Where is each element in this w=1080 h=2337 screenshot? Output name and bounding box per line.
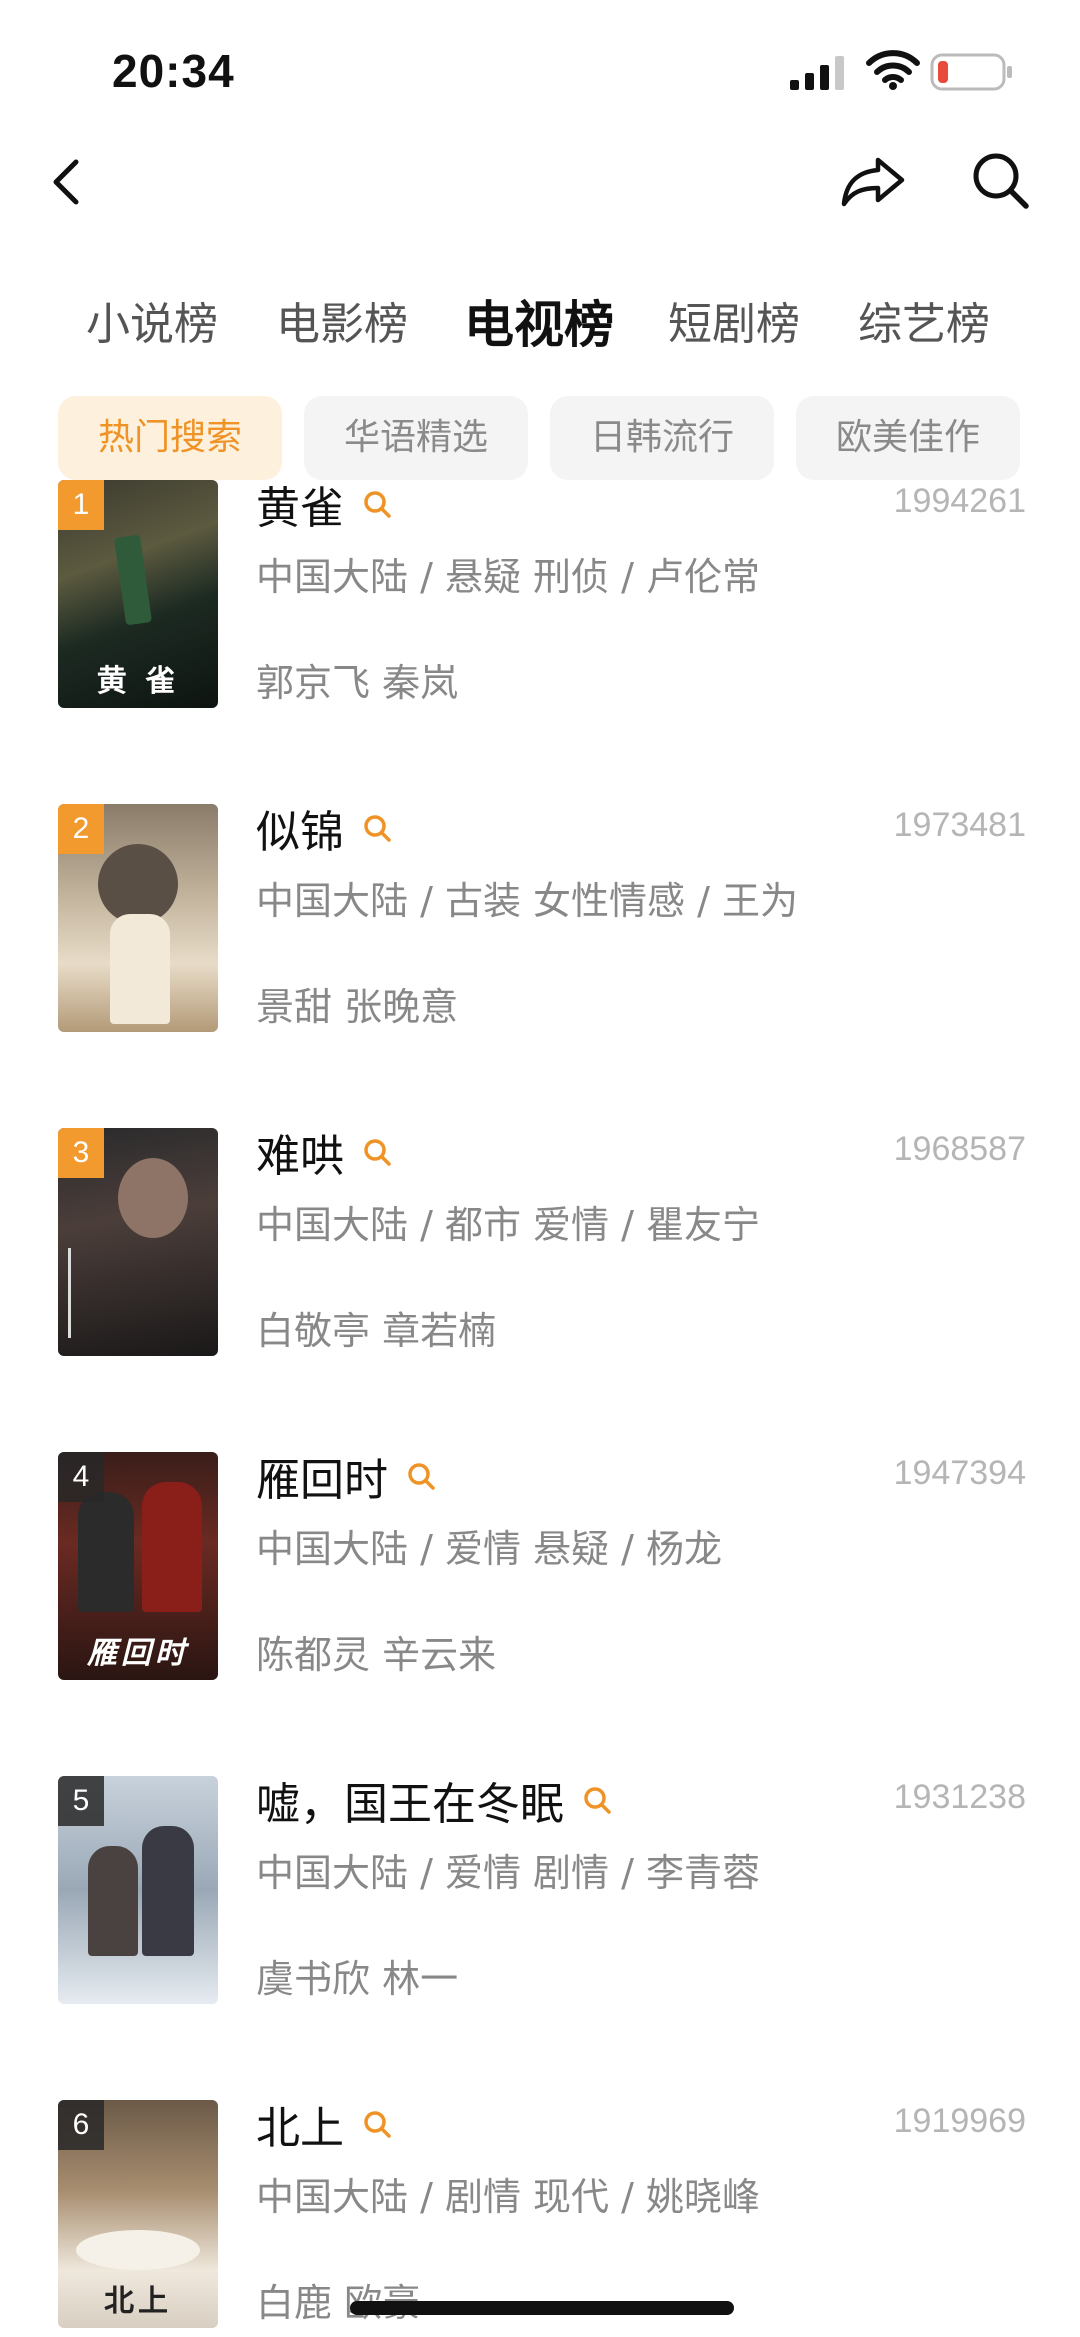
show-title: 难哄 [256, 1131, 344, 1182]
poster-image: 黄 雀 1 [58, 480, 218, 708]
tab-short-drama[interactable]: 短剧榜 [668, 280, 800, 370]
title-row: 似锦 [256, 798, 392, 858]
search-icon[interactable] [582, 1785, 612, 1815]
search-icon[interactable] [406, 1461, 436, 1491]
filter-chips: 热门搜索 华语精选 日韩流行 欧美佳作 [0, 396, 1080, 480]
poster-title: 北上 [104, 2284, 172, 2319]
ranking-list: 黄 雀 1 黄雀 1994261 中国大陆 / 悬疑 刑侦 / 卢伦常 郭京飞 … [0, 480, 1080, 2337]
rank-badge: 2 [58, 804, 104, 854]
search-icon[interactable] [362, 2109, 392, 2139]
tab-variety[interactable]: 综艺榜 [858, 280, 990, 370]
search-icon[interactable] [362, 1137, 392, 1167]
show-meta: 中国大陆 / 爱情 剧情 / 李青蓉 [256, 1851, 761, 1895]
status-time: 20:34 [112, 45, 235, 97]
rank-badge: 1 [58, 480, 104, 530]
poster-title: 黄 雀 [96, 664, 180, 699]
rank-badge: 5 [58, 1776, 104, 1826]
show-cast: 郭京飞 秦岚 [256, 661, 459, 705]
title-row: 嘘，国王在冬眠 [256, 1770, 612, 1830]
cellular-signal-icon [790, 56, 844, 90]
title-row: 黄雀 [256, 480, 392, 534]
title-row: 难哄 [256, 1122, 392, 1182]
show-title: 嘘，国王在冬眠 [256, 1779, 564, 1830]
battery-icon [930, 53, 1012, 91]
list-item[interactable]: 2 似锦 1973481 中国大陆 / 古装 女性情感 / 王为 景甜 张晚意 [0, 782, 1080, 1106]
status-bar: 20:34 [0, 0, 1080, 130]
tab-novel[interactable]: 小说榜 [86, 280, 218, 370]
list-item[interactable]: 5 嘘，国王在冬眠 1931238 中国大陆 / 爱情 剧情 / 李青蓉 虞书欣… [0, 1754, 1080, 2078]
share-icon[interactable] [838, 148, 910, 212]
show-meta: 中国大陆 / 古装 女性情感 / 王为 [256, 879, 799, 923]
rank-badge: 3 [58, 1128, 104, 1178]
filter-western[interactable]: 欧美佳作 [796, 396, 1020, 480]
search-icon[interactable] [362, 813, 392, 843]
search-count: 1931238 [893, 1778, 1026, 1816]
search-icon[interactable] [968, 148, 1032, 212]
title-row: 北上 [256, 2094, 392, 2154]
poster-image: 雁回时 4 [58, 1452, 218, 1680]
show-title: 黄雀 [256, 483, 344, 534]
filter-chinese[interactable]: 华语精选 [304, 396, 528, 480]
poster-image: 北上 6 [58, 2100, 218, 2328]
tab-tv[interactable]: 电视榜 [464, 280, 614, 370]
back-icon[interactable] [40, 150, 96, 214]
list-item[interactable]: 3 难哄 1968587 中国大陆 / 都市 爱情 / 瞿友宁 白敬亭 章若楠 [0, 1106, 1080, 1430]
tab-movie[interactable]: 电影榜 [276, 280, 408, 370]
show-title: 似锦 [256, 807, 344, 858]
title-row: 雁回时 [256, 1446, 436, 1506]
show-cast: 陈都灵 辛云来 [256, 1633, 497, 1677]
poster-image: 2 [58, 804, 218, 1032]
poster-image: 5 [58, 1776, 218, 2004]
show-meta: 中国大陆 / 剧情 现代 / 姚晓峰 [256, 2175, 761, 2219]
show-meta: 中国大陆 / 爱情 悬疑 / 杨龙 [256, 1527, 723, 1571]
search-count: 1968587 [893, 1130, 1026, 1168]
filter-jp-kr[interactable]: 日韩流行 [550, 396, 774, 480]
filter-hot-search[interactable]: 热门搜索 [58, 396, 282, 480]
list-item[interactable]: 雁回时 4 雁回时 1947394 中国大陆 / 爱情 悬疑 / 杨龙 陈都灵 … [0, 1430, 1080, 1754]
show-cast: 白敬亭 章若楠 [256, 1309, 497, 1353]
search-count: 1919969 [893, 2102, 1026, 2140]
search-icon[interactable] [362, 489, 392, 519]
show-cast: 白鹿 欧豪 [256, 2281, 421, 2325]
show-cast: 虞书欣 林一 [256, 1957, 459, 2001]
show-meta: 中国大陆 / 悬疑 刑侦 / 卢伦常 [256, 555, 761, 599]
poster-image: 3 [58, 1128, 218, 1356]
wifi-icon [866, 50, 920, 90]
nav-bar [0, 130, 1080, 240]
home-indicator[interactable] [350, 2301, 734, 2315]
rank-badge: 6 [58, 2100, 104, 2150]
category-tabs: 小说榜 电影榜 电视榜 短剧榜 综艺榜 [0, 280, 1080, 370]
list-item[interactable]: 北上 6 北上 1919969 中国大陆 / 剧情 现代 / 姚晓峰 白鹿 欧豪 [0, 2078, 1080, 2337]
search-count: 1994261 [893, 482, 1026, 520]
show-meta: 中国大陆 / 都市 爱情 / 瞿友宁 [256, 1203, 761, 1247]
show-cast: 景甜 张晚意 [256, 985, 459, 1029]
poster-title: 雁回时 [87, 1636, 189, 1671]
show-title: 雁回时 [256, 1455, 388, 1506]
rank-badge: 4 [58, 1452, 104, 1502]
search-count: 1973481 [893, 806, 1026, 844]
search-count: 1947394 [893, 1454, 1026, 1492]
show-title: 北上 [256, 2103, 344, 2154]
list-item[interactable]: 黄 雀 1 黄雀 1994261 中国大陆 / 悬疑 刑侦 / 卢伦常 郭京飞 … [0, 480, 1080, 782]
